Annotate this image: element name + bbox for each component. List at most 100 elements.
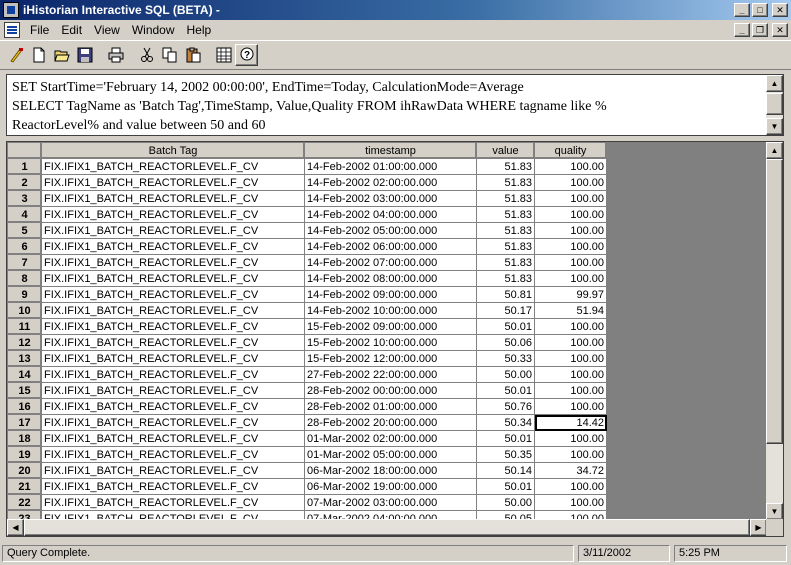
cell-timestamp[interactable]: 06-Mar-2002 19:00:00.000 [304, 478, 477, 495]
cell-value[interactable]: 51.83 [476, 270, 535, 287]
scroll-left-button[interactable]: ◀ [7, 519, 24, 536]
cell-timestamp[interactable]: 15-Feb-2002 12:00:00.000 [304, 350, 477, 367]
row-header[interactable]: 1 [7, 158, 42, 175]
table-row[interactable]: 22 FIX.IFIX1_BATCH_REACTORLEVEL.F_CV 07-Ma… [7, 494, 607, 511]
scroll-down-button[interactable]: ▼ [766, 503, 783, 520]
scroll-up-button[interactable]: ▲ [766, 142, 783, 159]
table-row[interactable]: 2 FIX.IFIX1_BATCH_REACTORLEVEL.F_CV 14-Feb… [7, 174, 607, 191]
column-header-batch-tag[interactable]: Batch Tag [41, 142, 305, 159]
cell-quality[interactable]: 51.94 [534, 302, 607, 319]
minimize-button[interactable]: _ [734, 3, 750, 17]
cell-value[interactable]: 50.01 [476, 478, 535, 495]
paste-button[interactable] [181, 44, 204, 66]
menu-file[interactable]: File [24, 23, 55, 37]
cell-value[interactable]: 51.83 [476, 238, 535, 255]
new-button[interactable] [27, 44, 50, 66]
cell-quality[interactable]: 100.00 [534, 238, 607, 255]
open-button[interactable] [50, 44, 73, 66]
table-row[interactable]: 1 FIX.IFIX1_BATCH_REACTORLEVEL.F_CV 14-Feb… [7, 158, 607, 175]
cell-batch-tag[interactable]: FIX.IFIX1_BATCH_REACTORLEVEL.F_CV [41, 254, 305, 271]
row-header[interactable]: 2 [7, 174, 42, 191]
cell-batch-tag[interactable]: FIX.IFIX1_BATCH_REACTORLEVEL.F_CV [41, 478, 305, 495]
cell-quality[interactable]: 100.00 [534, 430, 607, 447]
row-header[interactable]: 5 [7, 222, 42, 239]
cell-timestamp[interactable]: 14-Feb-2002 03:00:00.000 [304, 190, 477, 207]
column-header-timestamp[interactable]: timestamp [304, 142, 477, 159]
cell-quality[interactable]: 100.00 [534, 478, 607, 495]
cell-timestamp[interactable]: 01-Mar-2002 05:00:00.000 [304, 446, 477, 463]
menu-help[interactable]: Help [181, 23, 218, 37]
table-row[interactable]: 11 FIX.IFIX1_BATCH_REACTORLEVEL.F_CV 15-Fe… [7, 318, 607, 335]
cut-button[interactable] [135, 44, 158, 66]
row-header[interactable]: 16 [7, 398, 42, 415]
table-row[interactable]: 14 FIX.IFIX1_BATCH_REACTORLEVEL.F_CV 27-Fe… [7, 366, 607, 383]
row-header[interactable]: 21 [7, 478, 42, 495]
cell-batch-tag[interactable]: FIX.IFIX1_BATCH_REACTORLEVEL.F_CV [41, 398, 305, 415]
cell-value[interactable]: 50.01 [476, 318, 535, 335]
cell-quality[interactable]: 14.42 [534, 414, 607, 431]
cell-timestamp[interactable]: 14-Feb-2002 07:00:00.000 [304, 254, 477, 271]
cell-value[interactable]: 50.33 [476, 350, 535, 367]
cell-value[interactable]: 51.83 [476, 158, 535, 175]
cell-value[interactable]: 50.76 [476, 398, 535, 415]
cell-batch-tag[interactable]: FIX.IFIX1_BATCH_REACTORLEVEL.F_CV [41, 446, 305, 463]
cell-batch-tag[interactable]: FIX.IFIX1_BATCH_REACTORLEVEL.F_CV [41, 302, 305, 319]
cell-timestamp[interactable]: 27-Feb-2002 22:00:00.000 [304, 366, 477, 383]
row-header[interactable]: 19 [7, 446, 42, 463]
scroll-right-button[interactable]: ▶ [750, 519, 767, 536]
cell-batch-tag[interactable]: FIX.IFIX1_BATCH_REACTORLEVEL.F_CV [41, 366, 305, 383]
table-row[interactable]: 6 FIX.IFIX1_BATCH_REACTORLEVEL.F_CV 14-Feb… [7, 238, 607, 255]
row-header[interactable]: 10 [7, 302, 42, 319]
scroll-thumb[interactable] [766, 93, 783, 115]
cell-quality[interactable]: 100.00 [534, 334, 607, 351]
cell-value[interactable]: 51.83 [476, 206, 535, 223]
table-row[interactable]: 19 FIX.IFIX1_BATCH_REACTORLEVEL.F_CV 01-Ma… [7, 446, 607, 463]
child-close-button[interactable]: ✕ [772, 23, 788, 37]
sql-scrollbar[interactable]: ▲ ▼ [766, 75, 783, 135]
cell-timestamp[interactable]: 14-Feb-2002 02:00:00.000 [304, 174, 477, 191]
table-row[interactable]: 5 FIX.IFIX1_BATCH_REACTORLEVEL.F_CV 14-Feb… [7, 222, 607, 239]
row-header[interactable]: 20 [7, 462, 42, 479]
grid-button[interactable] [212, 44, 235, 66]
row-header[interactable]: 4 [7, 206, 42, 223]
cell-value[interactable]: 50.06 [476, 334, 535, 351]
cell-quality[interactable]: 100.00 [534, 158, 607, 175]
help-button[interactable]: ? [235, 44, 258, 66]
table-row[interactable]: 7 FIX.IFIX1_BATCH_REACTORLEVEL.F_CV 14-Feb… [7, 254, 607, 271]
table-row[interactable]: 17 FIX.IFIX1_BATCH_REACTORLEVEL.F_CV 28-Fe… [7, 414, 607, 431]
cell-timestamp[interactable]: 07-Mar-2002 03:00:00.000 [304, 494, 477, 511]
table-row[interactable]: 21 FIX.IFIX1_BATCH_REACTORLEVEL.F_CV 06-Ma… [7, 478, 607, 495]
row-header[interactable]: 17 [7, 414, 42, 431]
cell-timestamp[interactable]: 14-Feb-2002 09:00:00.000 [304, 286, 477, 303]
cell-batch-tag[interactable]: FIX.IFIX1_BATCH_REACTORLEVEL.F_CV [41, 158, 305, 175]
row-header[interactable]: 3 [7, 190, 42, 207]
sql-editor[interactable]: SET StartTime='February 14, 2002 00:00:0… [6, 74, 784, 136]
cell-timestamp[interactable]: 28-Feb-2002 01:00:00.000 [304, 398, 477, 415]
table-row[interactable]: 8 FIX.IFIX1_BATCH_REACTORLEVEL.F_CV 14-Feb… [7, 270, 607, 287]
cell-quality[interactable]: 34.72 [534, 462, 607, 479]
cell-value[interactable]: 51.83 [476, 222, 535, 239]
cell-quality[interactable]: 100.00 [534, 446, 607, 463]
cell-timestamp[interactable]: 01-Mar-2002 02:00:00.000 [304, 430, 477, 447]
cell-quality[interactable]: 100.00 [534, 366, 607, 383]
cell-value[interactable]: 50.00 [476, 366, 535, 383]
row-header[interactable]: 18 [7, 430, 42, 447]
row-header[interactable]: 8 [7, 270, 42, 287]
table-row[interactable]: 9 FIX.IFIX1_BATCH_REACTORLEVEL.F_CV 14-Feb… [7, 286, 607, 303]
child-restore-button[interactable]: ❐ [752, 23, 768, 37]
row-header[interactable]: 12 [7, 334, 42, 351]
cell-value[interactable]: 51.83 [476, 254, 535, 271]
cell-quality[interactable]: 100.00 [534, 382, 607, 399]
cell-timestamp[interactable]: 14-Feb-2002 05:00:00.000 [304, 222, 477, 239]
column-header-quality[interactable]: quality [534, 142, 607, 159]
cell-quality[interactable]: 99.97 [534, 286, 607, 303]
scroll-up-button[interactable]: ▲ [766, 75, 783, 92]
child-minimize-button[interactable]: _ [734, 23, 750, 37]
table-row[interactable]: 13 FIX.IFIX1_BATCH_REACTORLEVEL.F_CV 15-Fe… [7, 350, 607, 367]
cell-value[interactable]: 51.83 [476, 190, 535, 207]
cell-batch-tag[interactable]: FIX.IFIX1_BATCH_REACTORLEVEL.F_CV [41, 238, 305, 255]
cell-batch-tag[interactable]: FIX.IFIX1_BATCH_REACTORLEVEL.F_CV [41, 318, 305, 335]
cell-batch-tag[interactable]: FIX.IFIX1_BATCH_REACTORLEVEL.F_CV [41, 462, 305, 479]
print-button[interactable] [104, 44, 127, 66]
row-header[interactable]: 6 [7, 238, 42, 255]
